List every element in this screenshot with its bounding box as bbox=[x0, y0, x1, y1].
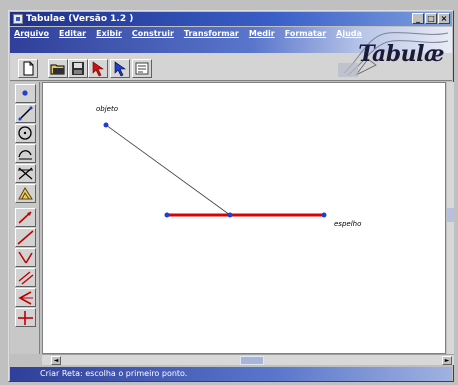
ray-icon bbox=[18, 211, 32, 224]
tabulae-logo: Tabulæ bbox=[338, 29, 450, 79]
tool-polygon[interactable] bbox=[15, 184, 36, 203]
scroll-left-arrow[interactable]: ◄ bbox=[51, 356, 61, 365]
select-blue-button[interactable] bbox=[110, 59, 130, 78]
mirror-left-point[interactable] bbox=[164, 212, 170, 218]
menu-list: Arquivo Editar Exibir Construir Transfor… bbox=[14, 29, 362, 38]
maximize-button[interactable]: □ bbox=[425, 13, 437, 24]
minimize-button[interactable]: _ bbox=[412, 13, 424, 24]
toolbar: Tabulæ bbox=[10, 32, 452, 81]
logo-text: Tabulæ bbox=[358, 41, 444, 67]
angle-icon bbox=[18, 251, 33, 264]
close-button[interactable]: × bbox=[438, 13, 450, 24]
save-disk-icon bbox=[72, 62, 84, 75]
tool-perpendicular[interactable] bbox=[15, 308, 36, 327]
object-point[interactable] bbox=[103, 122, 109, 128]
perpendicular-icon bbox=[18, 311, 33, 325]
tool-segment[interactable] bbox=[15, 104, 36, 123]
object-label: objeto bbox=[96, 105, 119, 113]
horizontal-scroll-thumb[interactable] bbox=[240, 356, 264, 365]
app-icon bbox=[13, 14, 23, 24]
segment-icon bbox=[18, 106, 33, 121]
open-folder-icon bbox=[50, 64, 65, 75]
menu-arquivo[interactable]: Arquivo bbox=[14, 29, 49, 38]
tool-sidebar bbox=[10, 82, 40, 354]
tool-circle[interactable] bbox=[15, 124, 36, 143]
new-file-icon bbox=[23, 61, 34, 76]
arc-icon bbox=[18, 150, 32, 160]
reflect-icon bbox=[18, 291, 33, 305]
polygon-icon bbox=[18, 187, 33, 200]
tool-line[interactable] bbox=[15, 228, 36, 247]
window-controls: _ □ × bbox=[412, 13, 450, 24]
tool-angle[interactable] bbox=[15, 248, 36, 267]
pointer-red-icon bbox=[92, 61, 104, 77]
menu-construir[interactable]: Construir bbox=[132, 29, 174, 38]
tool-arc[interactable] bbox=[15, 144, 36, 163]
menu-medir[interactable]: Medir bbox=[249, 29, 275, 38]
tool-parallel[interactable] bbox=[15, 268, 36, 287]
menu-exibir[interactable]: Exibir bbox=[96, 29, 122, 38]
line-icon bbox=[17, 230, 34, 245]
tool-reflect[interactable] bbox=[15, 288, 36, 307]
menu-transformar[interactable]: Transformar bbox=[184, 29, 239, 38]
menu-editar[interactable]: Editar bbox=[59, 29, 86, 38]
horizontal-scrollbar[interactable]: ◄ ► bbox=[42, 354, 454, 365]
scroll-right-arrow[interactable]: ► bbox=[442, 356, 452, 365]
intersection-point[interactable] bbox=[227, 212, 233, 218]
mirror-right-point[interactable] bbox=[321, 212, 327, 218]
object-segment[interactable] bbox=[105, 124, 231, 216]
tool-intersection[interactable] bbox=[15, 164, 36, 183]
status-text: Criar Reta: escolha o primeiro ponto. bbox=[40, 369, 188, 378]
parallel-icon bbox=[18, 271, 34, 285]
vertical-scroll-thumb[interactable] bbox=[447, 208, 454, 222]
properties-button[interactable] bbox=[132, 59, 152, 78]
mirror-label: espelho bbox=[334, 220, 362, 228]
save-button[interactable] bbox=[68, 59, 88, 78]
menu-formatar[interactable]: Formatar bbox=[285, 29, 326, 38]
intersection-icon bbox=[18, 167, 33, 180]
pointer-blue-icon bbox=[114, 61, 126, 77]
properties-icon bbox=[135, 62, 149, 75]
drawing-canvas[interactable]: objeto espelho bbox=[42, 82, 446, 354]
title-bar[interactable]: Tabulae (Versão 1.2 ) _ □ × bbox=[10, 12, 452, 26]
open-button[interactable] bbox=[48, 59, 68, 78]
tool-point[interactable] bbox=[15, 84, 36, 103]
app-window: Tabulae (Versão 1.2 ) _ □ × Arquivo Edit… bbox=[8, 10, 454, 382]
window-title: Tabulae (Versão 1.2 ) bbox=[26, 14, 134, 24]
tool-ray[interactable] bbox=[15, 208, 36, 227]
point-icon bbox=[22, 90, 28, 96]
circle-icon bbox=[18, 126, 32, 140]
status-bar: Criar Reta: escolha o primeiro ponto. bbox=[10, 367, 452, 381]
new-file-button[interactable] bbox=[18, 59, 38, 78]
vertical-scrollbar[interactable] bbox=[447, 82, 454, 354]
select-red-button[interactable] bbox=[88, 59, 108, 78]
construction-figure bbox=[103, 122, 327, 218]
